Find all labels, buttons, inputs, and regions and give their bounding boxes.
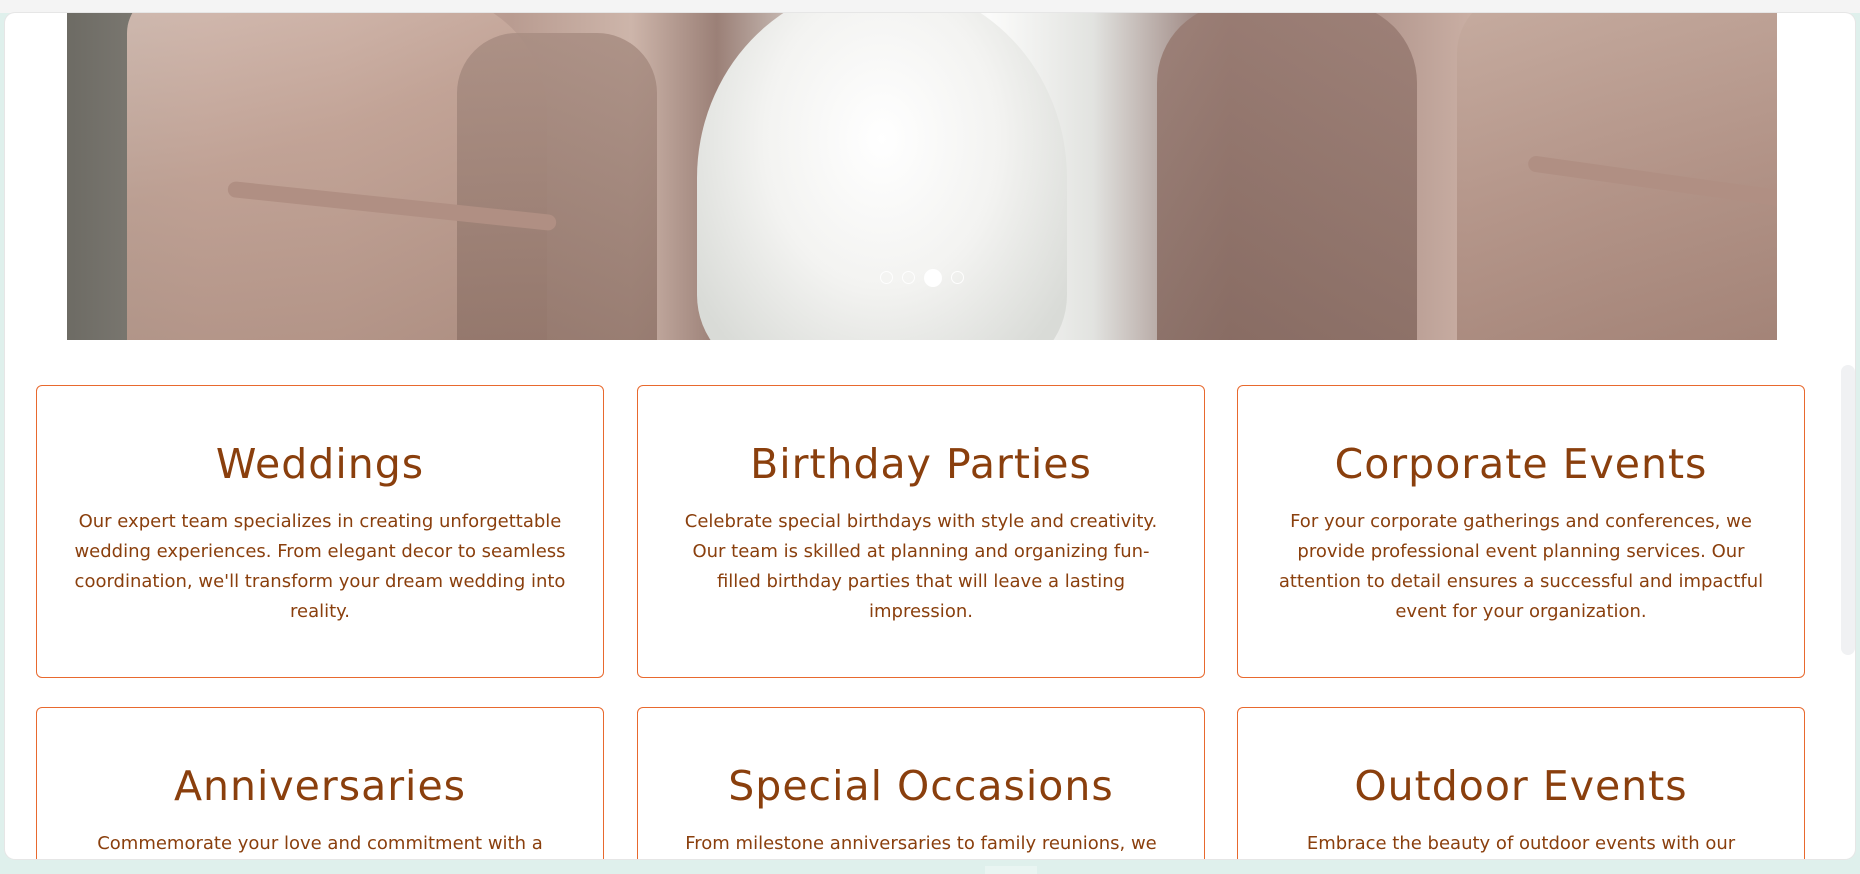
service-title: Anniversaries xyxy=(173,762,467,810)
service-card-corporate-events: Corporate Events For your corporate gath… xyxy=(1237,385,1805,678)
browser-bottom-edge xyxy=(0,862,1860,874)
service-card-weddings: Weddings Our expert team specializes in … xyxy=(36,385,604,678)
service-card-birthday-parties: Birthday Parties Celebrate special birth… xyxy=(637,385,1205,678)
service-card-outdoor-events: Outdoor Events Embrace the beauty of out… xyxy=(1237,707,1805,859)
browser-top-edge xyxy=(0,0,1860,13)
service-card-special-occasions: Special Occasions From milestone anniver… xyxy=(637,707,1205,859)
service-description: Our expert team specializes in creating … xyxy=(74,511,566,623)
carousel-indicators xyxy=(67,268,1777,287)
carousel-dot-2[interactable] xyxy=(902,271,915,284)
service-title: Corporate Events xyxy=(1334,440,1708,488)
service-description: Embrace the beauty of outdoor events wit… xyxy=(1306,833,1736,855)
service-title: Special Occasions xyxy=(728,762,1114,810)
taskbar-indicator xyxy=(985,866,1037,874)
hero-carousel[interactable] xyxy=(67,13,1777,340)
service-title: Birthday Parties xyxy=(750,440,1092,488)
carousel-dot-1[interactable] xyxy=(880,271,893,284)
carousel-slide-image-right xyxy=(1157,13,1417,340)
carousel-slide-image-mid xyxy=(457,33,657,340)
service-description: Commemorate your love and commitment wit… xyxy=(97,833,543,855)
service-title: Weddings xyxy=(215,440,425,488)
carousel-dot-4[interactable] xyxy=(951,271,964,284)
scrollbar-thumb[interactable] xyxy=(1841,365,1855,655)
page-content: Weddings Our expert team specializes in … xyxy=(5,13,1855,859)
service-description: Celebrate special birthdays with style a… xyxy=(684,511,1158,623)
service-description: For your corporate gatherings and confer… xyxy=(1278,511,1764,623)
service-title: Outdoor Events xyxy=(1354,762,1688,810)
service-card-anniversaries: Anniversaries Commemorate your love and … xyxy=(36,707,604,859)
service-description: From milestone anniversaries to family r… xyxy=(685,833,1157,855)
carousel-slide-image-dress xyxy=(697,13,1067,340)
carousel-dot-3[interactable] xyxy=(924,268,942,287)
